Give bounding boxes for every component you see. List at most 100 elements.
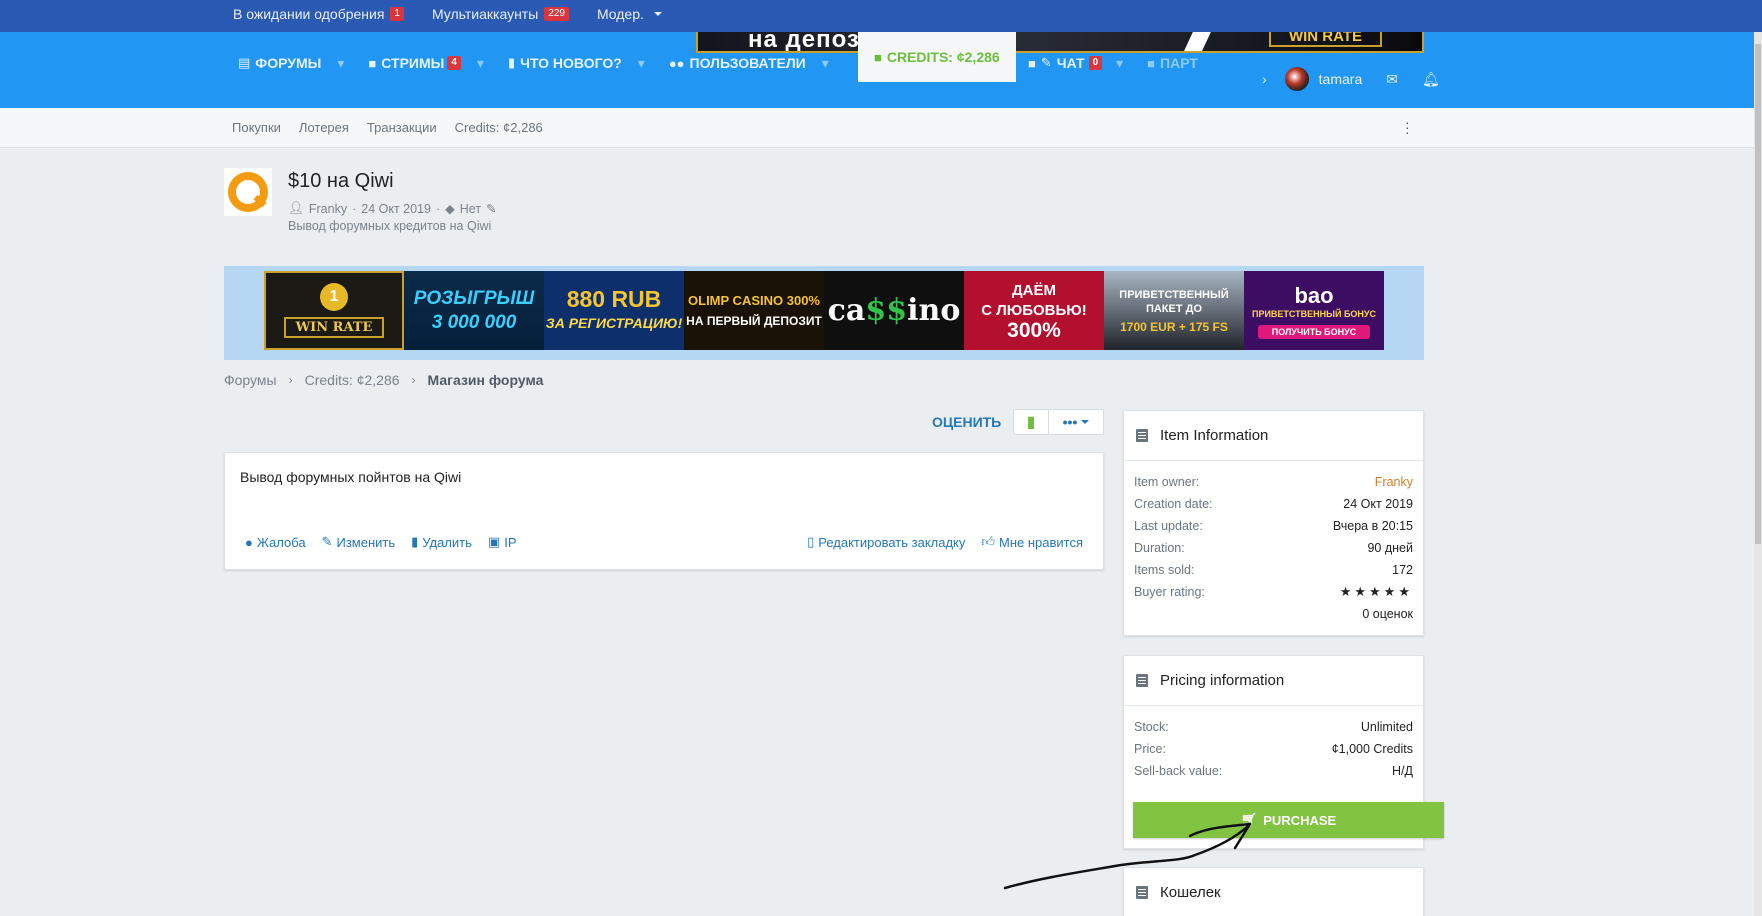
- pricing-title: Pricing information: [1160, 672, 1285, 689]
- post-actions-left: ● Жалоба ✎ Изменить ▮ Удалить ▣ IP: [245, 534, 517, 550]
- item-info-block: Item Information Item owner: Franky Creat…: [1123, 410, 1424, 636]
- bookmark-icon: ▯: [807, 534, 815, 549]
- username[interactable]: tamara: [1319, 71, 1363, 87]
- trash-icon: ▮: [411, 534, 419, 549]
- ad-bao-casino[interactable]: bao ПРИВЕТСТВЕННЫЙ БОНУС ПОЛУЧИТЬ БОНУС: [1244, 271, 1384, 350]
- moder-menu[interactable]: Модер.: [597, 6, 662, 22]
- ad-880rub[interactable]: 880 RUB ЗА РЕГИСТРАЦИЮ!: [544, 271, 684, 350]
- ip-link[interactable]: ▣ IP: [488, 534, 517, 550]
- ad-cassino[interactable]: ca$$ino: [824, 271, 964, 350]
- pricing-row: Stock: Unlimited: [1134, 720, 1413, 734]
- ad-text: ca$$ino: [827, 293, 961, 328]
- tab-chat[interactable]: ■ ✎ ЧАТ 0 ▾: [1028, 50, 1147, 76]
- ad-text: РОЗЫГРЫШ: [413, 287, 535, 309]
- ad-giveaway[interactable]: РОЗЫГРЫШ 3 000 000: [404, 271, 544, 350]
- sub-nav: Покупки Лотерея Транзакции Credits: ¢2,2…: [0, 108, 1762, 148]
- chevron-down-icon[interactable]: ▾: [1116, 55, 1123, 72]
- ad-text: С ЛЮБОВЬЮ!: [981, 301, 1087, 319]
- post-actions-right: ▯ Редактировать закладку 👍︎ Мне нравится: [807, 534, 1083, 550]
- edit-link[interactable]: ✎ Изменить: [322, 534, 396, 550]
- more-menu-button[interactable]: •••: [1049, 410, 1103, 434]
- pricing-rows: Stock: Unlimited Price: ¢1,000 Credits Sel…: [1124, 706, 1423, 790]
- author-link[interactable]: Franky: [309, 202, 347, 216]
- purchase-button[interactable]: 🛒︎ PURCHASE: [1133, 802, 1444, 838]
- tab-partners[interactable]: ■ ПАРТ: [1147, 50, 1198, 76]
- subnav-lottery[interactable]: Лотерея: [299, 120, 349, 135]
- item-meta: 👤︎ Franky · 24 Окт 2019 · ◆ Нет ✎: [288, 201, 497, 216]
- tab-credits-label: CREDITS: ¢2,286: [886, 49, 1000, 65]
- post-body: Вывод форумных пойнтов на Qiwi: [240, 469, 462, 485]
- bell-icon[interactable]: 🔔︎: [1422, 71, 1440, 88]
- scrollbar[interactable]: [1754, 32, 1762, 916]
- tab-whats-new[interactable]: ▮ ЧТО НОВОГО? ▾: [508, 50, 669, 76]
- subnav-transactions[interactable]: Транзакции: [367, 120, 437, 135]
- document-icon: [1136, 429, 1148, 442]
- rating-stars: ★★★★★: [1339, 584, 1413, 599]
- ad-love[interactable]: ДАЁМ С ЛЮБОВЬЮ! 300%: [964, 271, 1104, 350]
- pending-badge: 1: [390, 7, 404, 21]
- chat-badge: 0: [1088, 56, 1103, 70]
- multiaccounts-label: Мультиаккаунты: [431, 6, 539, 22]
- info-row: Creation date: 24 Окт 2019: [1134, 497, 1413, 511]
- ad-welcome-pack[interactable]: ПРИВЕТСТВЕННЫЙ ПАКЕТ ДО 1700 EUR + 175 F…: [1104, 271, 1244, 350]
- tab-users-label: ПОЛЬЗОВАТЕЛИ: [689, 55, 806, 71]
- report-link[interactable]: ● Жалоба: [245, 534, 306, 550]
- breadcrumb-credits[interactable]: Credits: ¢2,286: [305, 372, 400, 388]
- alert-icon: ●: [245, 534, 253, 550]
- breadcrumb-forums[interactable]: Форумы: [224, 372, 277, 388]
- moder-label: Модер.: [596, 6, 644, 22]
- item-date: 24 Окт 2019: [361, 201, 431, 216]
- ad-text: ПРИВЕТСТВЕННЫЙ БОНУС: [1251, 308, 1377, 319]
- pencil-icon[interactable]: ✎: [486, 201, 496, 216]
- ad-olimp[interactable]: OLIMP CASINO 300% НА ПЕРВЫЙ ДЕПОЗИТ: [684, 271, 824, 350]
- ad-text: ПАКЕТ ДО: [1145, 302, 1203, 315]
- envelope-icon[interactable]: ✉: [1386, 71, 1398, 88]
- separator: ·: [435, 201, 441, 216]
- pending-label: В ожидании одобрения: [233, 6, 385, 22]
- multiaccounts-link[interactable]: Мультиаккаунты 229: [432, 6, 569, 22]
- ellipsis-icon: •••: [1062, 414, 1078, 430]
- chevron-down-icon[interactable]: ▾: [477, 55, 484, 72]
- ad-text: 3 000 000: [431, 311, 517, 333]
- tab-streams[interactable]: ■ СТРИМЫ 4 ▾: [368, 50, 508, 76]
- chevron-right-icon[interactable]: ›: [1262, 71, 1267, 87]
- subnav-credits[interactable]: Credits: ¢2,286: [455, 120, 543, 135]
- nav-tabs-more: ■ ✎ ЧАТ 0 ▾ ■ ПАРТ: [1028, 50, 1198, 76]
- folder-icon: ■: [368, 55, 377, 71]
- ad-text: 880 RUB: [566, 285, 662, 312]
- chat-icon: ✎: [1040, 55, 1052, 70]
- owner-link[interactable]: Franky: [1375, 475, 1413, 489]
- ad-text: ДАЁМ: [1011, 281, 1057, 299]
- ad-text: OLIMP CASINO 300%: [688, 293, 820, 308]
- ad-button[interactable]: ПОЛУЧИТЬ БОНУС: [1257, 324, 1371, 339]
- chevron-down-icon[interactable]: ▾: [638, 55, 645, 72]
- breadcrumb-shop[interactable]: Магазин форума: [428, 372, 544, 388]
- bookmark-icon[interactable]: ▮: [1014, 410, 1049, 434]
- edit-bookmark-link[interactable]: ▯ Редактировать закладку: [807, 534, 965, 550]
- medal-icon: 1: [320, 283, 348, 311]
- tab-credits[interactable]: ■ CREDITS: ¢2,286: [858, 32, 1016, 82]
- user-area: › tamara ✉ 🔔︎: [1262, 67, 1440, 91]
- nav-tabs: ▤ ФОРУМЫ ▾ ■ СТРИМЫ 4 ▾ ▮ ЧТО НОВОГО? ▾ …: [238, 50, 853, 76]
- more-options-icon[interactable]: · · ·: [1405, 115, 1410, 139]
- like-link[interactable]: 👍︎ Мне нравится: [981, 534, 1083, 550]
- avatar[interactable]: [1284, 67, 1309, 91]
- subnav-purchases[interactable]: Покупки: [232, 120, 281, 135]
- wallet-title: Кошелек: [1160, 884, 1221, 901]
- folder-icon: ■: [1028, 55, 1036, 71]
- separator: ·: [352, 201, 357, 216]
- page-title: $10 на Qiwi: [288, 170, 394, 192]
- chevron-down-icon[interactable]: ▾: [822, 55, 829, 72]
- ad-text: bao: [1294, 282, 1334, 308]
- rating-count: 0 оценок: [1362, 607, 1413, 621]
- chevron-down-icon[interactable]: ▾: [337, 55, 344, 72]
- scrollbar-thumb[interactable]: [1755, 44, 1761, 544]
- item-tagline: Вывод форумных кредитов на Qiwi: [288, 219, 492, 233]
- tab-users[interactable]: ●● ПОЛЬЗОВАТЕЛИ ▾: [669, 50, 853, 76]
- info-row: Buyer rating: ★★★★★: [1134, 584, 1413, 599]
- pending-approval-link[interactable]: В ожидании одобрения 1: [233, 6, 404, 22]
- rate-button[interactable]: ОЦЕНИТЬ: [932, 414, 1001, 430]
- tab-forums[interactable]: ▤ ФОРУМЫ ▾: [238, 50, 368, 76]
- ad-win-rate[interactable]: 1 WIN RATE: [264, 271, 404, 350]
- delete-link[interactable]: ▮ Удалить: [411, 534, 472, 550]
